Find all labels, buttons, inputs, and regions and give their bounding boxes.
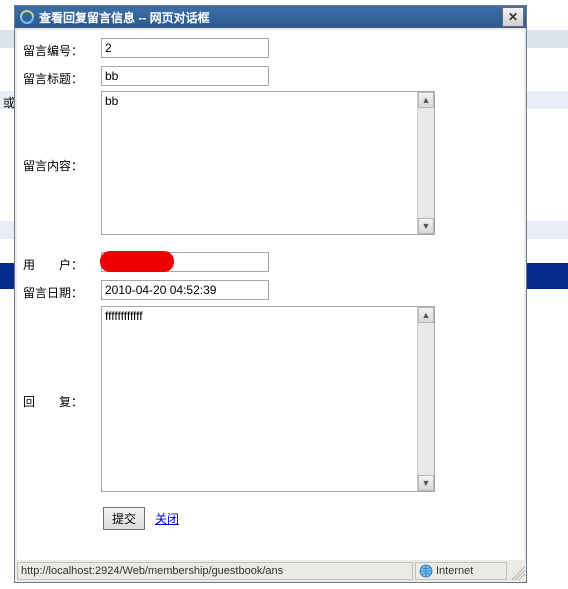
window-close-button[interactable]: ✕ — [502, 7, 524, 27]
close-icon: ✕ — [508, 11, 518, 23]
scroll-down-icon: ▼ — [418, 475, 434, 491]
status-zone: Internet — [415, 562, 507, 580]
message-title-input[interactable] — [101, 66, 269, 86]
resize-grip[interactable] — [509, 562, 525, 580]
status-url: http://localhost:2924/Web/membership/gue… — [17, 562, 413, 580]
scroll-up-icon: ▲ — [418, 92, 434, 108]
dialog-title: 查看回复留言信息 -- 网页对话框 — [39, 9, 502, 26]
message-id-input[interactable] — [101, 38, 269, 58]
submit-button[interactable]: 提交 — [103, 507, 145, 530]
label-reply: 回 复： — [23, 389, 101, 410]
label-message-date: 留言日期： — [23, 280, 101, 301]
ie-icon — [19, 9, 35, 25]
internet-zone-icon — [419, 564, 433, 578]
reply-textarea[interactable] — [102, 307, 417, 491]
label-message-content: 留言内容： — [23, 153, 101, 174]
content-scrollbar[interactable]: ▲ ▼ — [417, 92, 434, 234]
statusbar: http://localhost:2924/Web/membership/gue… — [15, 559, 526, 582]
status-zone-text: Internet — [436, 565, 473, 577]
message-content-textarea[interactable] — [102, 92, 417, 234]
titlebar: 查看回复留言信息 -- 网页对话框 ✕ — [15, 6, 526, 28]
label-message-id: 留言编号： — [23, 38, 101, 59]
scroll-up-icon: ▲ — [418, 307, 434, 323]
message-date-input[interactable] — [101, 280, 269, 300]
scroll-down-icon: ▼ — [418, 218, 434, 234]
user-redaction — [101, 252, 269, 272]
reply-scrollbar[interactable]: ▲ ▼ — [417, 307, 434, 491]
dialog-window: 查看回复留言信息 -- 网页对话框 ✕ 留言编号： 留言标题： 留言内容： — [14, 5, 527, 583]
label-message-title: 留言标题： — [23, 66, 101, 87]
dialog-client-area: 留言编号： 留言标题： 留言内容： ▲ ▼ — [15, 28, 526, 560]
close-link[interactable]: 关闭 — [155, 510, 179, 527]
user-input[interactable] — [101, 252, 269, 272]
label-user: 用 户： — [23, 252, 101, 273]
